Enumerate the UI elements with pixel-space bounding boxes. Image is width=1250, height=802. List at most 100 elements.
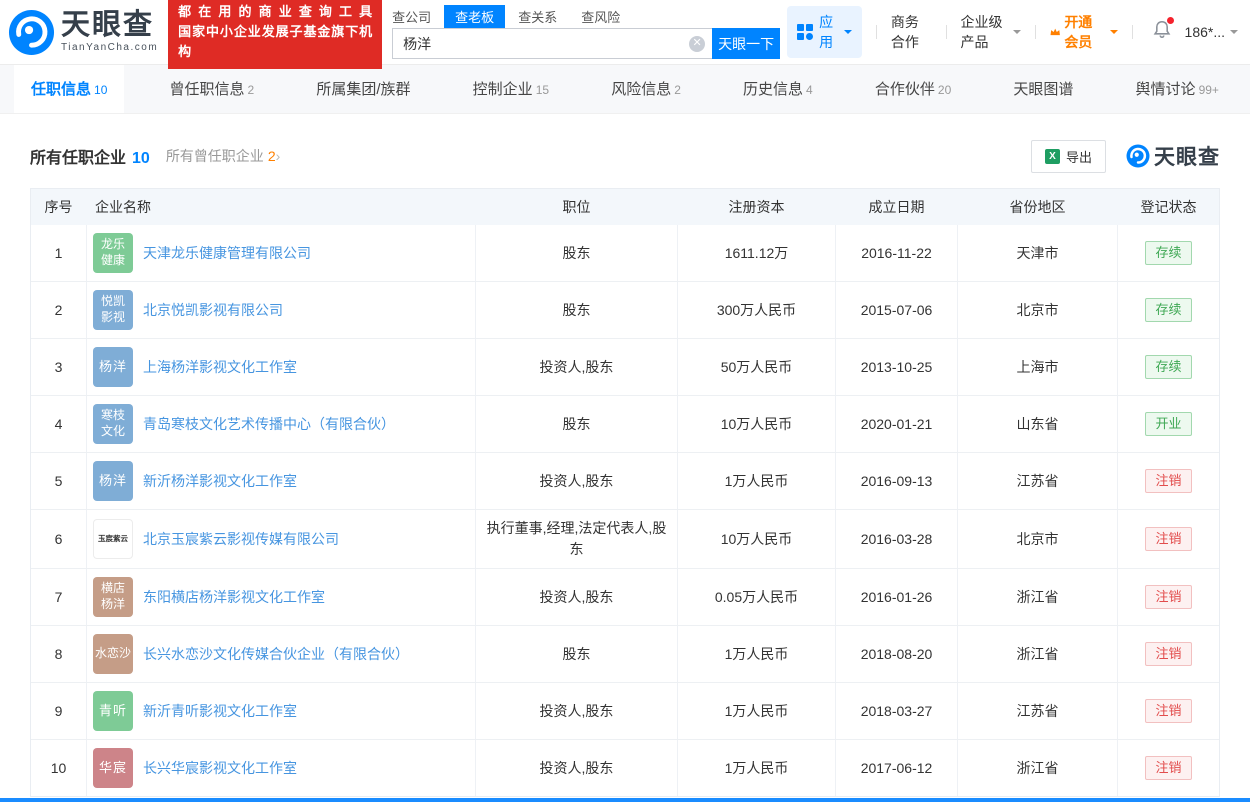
company-name-link[interactable]: 新沂杨洋影视文化工作室 xyxy=(143,471,297,492)
header-menu: 应用 商务合作 企业级产品 开通会员 186*... xyxy=(787,6,1239,58)
table-row: 1 龙乐 健康 天津龙乐健康管理有限公司 股东 1611.12万 2016-11-22 天津市… xyxy=(31,225,1219,281)
company-logo-text: 杨洋 xyxy=(98,358,127,374)
main-content: 所有任职企业 10 所有曾任职企业 2› X 导出 天眼查 序号 企业名称 职位 注册资本… xyxy=(0,139,1250,797)
page-tab-label: 舆情讨论 xyxy=(1135,81,1196,98)
page-tab-label: 天眼图谱 xyxy=(1013,81,1074,98)
company-cell: 华宸 长兴华宸影视文化工作室 xyxy=(86,740,475,796)
company-name-link[interactable]: 长兴华宸影视文化工作室 xyxy=(143,758,297,779)
position-cell: 投资人,股东 xyxy=(475,740,677,796)
page-tab-2[interactable]: 曾任职信息 2 xyxy=(153,65,272,113)
page-tab-1[interactable]: 任职信息 10 xyxy=(14,65,125,113)
page-tab-label: 曾任职信息 xyxy=(169,81,245,98)
company-name-link[interactable]: 东阳横店杨洋影视文化工作室 xyxy=(143,587,325,608)
company-cell: 玉宸紫云 北京玉宸紫云影视传媒有限公司 xyxy=(86,510,475,568)
company-name-link[interactable]: 北京悦凯影视有限公司 xyxy=(143,300,283,321)
column-header: 职位 xyxy=(475,189,677,225)
row-index: 4 xyxy=(54,415,63,432)
province-cell: 浙江省 xyxy=(957,626,1117,682)
page-tab-count: 10 xyxy=(94,83,108,97)
section-header: 所有任职企业 10 所有曾任职企业 2› X 导出 天眼查 xyxy=(30,139,1220,173)
company-name-link[interactable]: 新沂青听影视文化工作室 xyxy=(143,701,297,722)
promo-banner: 都在用的商业查询工具 国家中小企业发展子基金旗下机构 xyxy=(168,0,383,70)
status-badge: 注销 xyxy=(1145,526,1192,552)
table-row: 3 杨洋 上海杨洋影视文化工作室 投资人,股东 50万人民币 2013-10-25 上海市存… xyxy=(31,338,1219,395)
company-logo-text: 水恋沙 xyxy=(94,646,131,661)
page-tab-label: 任职信息 xyxy=(31,81,92,98)
brand-domain: TianYanCha.com xyxy=(61,42,159,53)
notification-bell-icon[interactable] xyxy=(1153,17,1174,44)
province-cell: 北京市 xyxy=(957,282,1117,338)
search-tab-2[interactable]: 查老板 xyxy=(444,4,506,28)
status-badge: 注销 xyxy=(1145,698,1192,724)
company-name-link[interactable]: 青岛寒枝文化艺术传播中心（有限合伙） xyxy=(143,414,395,435)
positions-table: 序号 企业名称 职位 注册资本 成立日期 省份地区 登记状态 1 龙乐 健康 天津龙乐健康管理有限… xyxy=(30,188,1220,797)
company-logo: 杨洋 xyxy=(93,347,133,387)
registered-capital-cell: 300万人民币 xyxy=(677,282,835,338)
table-row: 6 玉宸紫云 北京玉宸紫云影视传媒有限公司 执行董事,经理,法定代表人,股东 10万人民… xyxy=(31,509,1219,568)
position-cell: 股东 xyxy=(475,626,677,682)
apps-menu-button[interactable]: 应用 xyxy=(787,6,863,58)
page-tab-label: 控制企业 xyxy=(472,81,533,98)
page-tab-5[interactable]: 风险信息 2 xyxy=(594,65,698,113)
registered-capital-cell: 10万人民币 xyxy=(677,510,835,568)
row-index: 7 xyxy=(54,588,63,605)
former-positions-link[interactable]: 所有曾任职企业 2› xyxy=(166,146,280,166)
apps-grid-icon xyxy=(797,24,814,40)
divider xyxy=(1035,25,1036,39)
table-row: 2 悦凯 影视 北京悦凯影视有限公司 股东 300万人民币 2015-07-06 北京市 存续 xyxy=(31,281,1219,338)
company-logo-text: 横店 xyxy=(100,581,125,596)
established-date-cell: 2016-11-22 xyxy=(835,225,957,281)
company-cell: 杨洋 新沂杨洋影视文化工作室 xyxy=(86,453,475,509)
enterprise-products-menu[interactable]: 企业级产品 xyxy=(961,12,1022,52)
chevron-down-icon xyxy=(1230,30,1239,38)
page-tabs-bar: 任职信息 10 曾任职信息 2 所属集团/族群 控制企业 15 风险信息 2 历史信息 4 合作伙伴 2… xyxy=(0,64,1250,114)
search-input[interactable] xyxy=(392,28,713,59)
page-tab-8[interactable]: 天眼图谱 xyxy=(996,65,1090,113)
company-cell: 悦凯 影视 北京悦凯影视有限公司 xyxy=(86,282,475,338)
table-row: 7 横店 杨洋 东阳横店杨洋影视文化工作室 投资人,股东 0.05万人民币 2016-01-… xyxy=(31,568,1219,625)
page-tab-3[interactable]: 所属集团/族群 xyxy=(299,65,427,113)
company-logo-text: 影视 xyxy=(100,310,125,324)
export-button[interactable]: X 导出 xyxy=(1030,139,1106,173)
page-tab-6[interactable]: 历史信息 4 xyxy=(726,65,830,113)
page-tab-9[interactable]: 舆情讨论 99+ xyxy=(1119,65,1236,113)
province-cell: 江苏省 xyxy=(957,683,1117,739)
section-title-count: 10 xyxy=(132,150,150,167)
company-name-link[interactable]: 天津龙乐健康管理有限公司 xyxy=(143,243,311,264)
company-cell: 水恋沙 长兴水恋沙文化传媒合伙企业（有限合伙） xyxy=(86,626,475,682)
company-logo: 杨洋 xyxy=(93,461,133,501)
table-row: 10 华宸 长兴华宸影视文化工作室 投资人,股东 1万人民币 2017-06-12 浙江省注… xyxy=(31,739,1219,796)
company-name-link[interactable]: 北京玉宸紫云影视传媒有限公司 xyxy=(143,529,339,550)
business-cooperation-link[interactable]: 商务合作 xyxy=(891,12,932,52)
company-logo: 悦凯 影视 xyxy=(93,290,133,330)
established-date-cell: 2017-06-12 xyxy=(835,740,957,796)
page-tab-7[interactable]: 合作伙伴 20 xyxy=(858,65,968,113)
search-tab-1[interactable]: 查公司 xyxy=(392,5,431,28)
position-cell: 投资人,股东 xyxy=(475,453,677,509)
column-header: 成立日期 xyxy=(835,189,957,225)
search-tab-4[interactable]: 查风险 xyxy=(581,5,620,28)
bottom-accent-bar xyxy=(0,798,1250,802)
registered-capital-cell: 1万人民币 xyxy=(677,626,835,682)
established-date-cell: 2018-08-20 xyxy=(835,626,957,682)
page-tab-count: 15 xyxy=(535,83,550,97)
page-tab-4[interactable]: 控制企业 15 xyxy=(456,65,566,113)
search-button[interactable]: 天眼一下 xyxy=(712,28,781,59)
table-row: 5 杨洋 新沂杨洋影视文化工作室 投资人,股东 1万人民币 2016-09-13 江苏省 注销 xyxy=(31,452,1219,509)
tianyancha-logo[interactable]: 天眼查 TianYanCha.com xyxy=(8,9,158,56)
vip-membership-menu[interactable]: 开通会员 xyxy=(1050,12,1118,52)
company-name-link[interactable]: 上海杨洋影视文化工作室 xyxy=(143,357,297,378)
company-name-link[interactable]: 长兴水恋沙文化传媒合伙企业（有限合伙） xyxy=(143,644,409,665)
search-tab-3[interactable]: 查关系 xyxy=(518,5,557,28)
account-phone-menu[interactable]: 186*... xyxy=(1185,24,1239,40)
chevron-down-icon xyxy=(1109,30,1118,38)
registered-capital-cell: 1611.12万 xyxy=(677,225,835,281)
company-logo: 华宸 xyxy=(93,748,133,788)
registered-capital-cell: 50万人民币 xyxy=(677,339,835,395)
divider xyxy=(876,25,877,39)
company-cell: 杨洋 上海杨洋影视文化工作室 xyxy=(86,339,475,395)
status-cell: 注销 xyxy=(1117,510,1219,568)
company-logo: 玉宸紫云 xyxy=(93,519,133,559)
status-cell: 存续 xyxy=(1117,339,1219,395)
company-logo-text: 悦凯 xyxy=(100,294,125,309)
